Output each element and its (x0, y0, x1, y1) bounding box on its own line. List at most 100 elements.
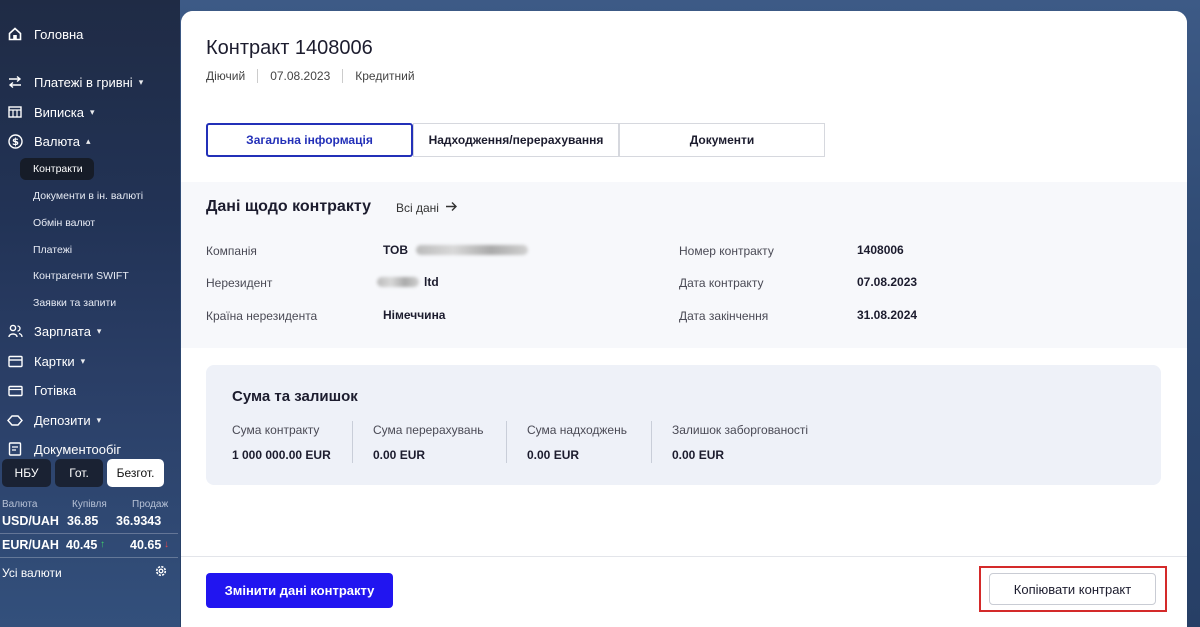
sum-value: 0.00 EUR (527, 448, 580, 462)
sidebar-item-label: Готівка (34, 382, 77, 398)
tab-general-info[interactable]: Загальна інформація (206, 123, 413, 157)
rate-type-tabs: НБУ Гот. Безгот. (2, 459, 164, 487)
sidebar-item-deposits[interactable]: Депозити ▾ (0, 409, 101, 431)
sum-contract: Сума контракту 1 000 000.00 EUR (232, 423, 331, 462)
copy-contract-button[interactable]: Копіювати контракт (989, 573, 1156, 605)
contract-number-value: 1408006 (857, 243, 904, 257)
action-footer: Змінити дані контракту Копіювати контрак… (181, 556, 1187, 627)
contract-header: Контракт 1408006 Діючий 07.08.2023 Креди… (181, 11, 1187, 348)
sidebar-item-label: Валюта (34, 133, 80, 149)
sum-title: Сума та залишок (232, 388, 358, 405)
divider (651, 421, 652, 463)
rate-divider (0, 533, 178, 534)
sum-value: 1 000 000.00 EUR (232, 448, 331, 462)
svg-text:$: $ (12, 137, 19, 148)
card-icon (7, 353, 23, 369)
divider (506, 421, 507, 463)
contract-status: Діючий (206, 69, 246, 83)
sidebar-item-label: Документообіг (34, 441, 122, 457)
rate-tab-noncash[interactable]: Безгот. (107, 459, 164, 487)
rate-buy: 36.85 (67, 514, 99, 528)
all-data-label: Всі дані (396, 201, 439, 215)
contract-type: Кредитний (355, 69, 415, 83)
transfer-icon (7, 74, 23, 90)
nonresident-value-text: ltd (424, 275, 439, 289)
sidebar-subitem-swift[interactable]: Контрагенти SWIFT (20, 265, 129, 287)
rates-header-sell: Продаж (132, 499, 169, 510)
redacted-text (416, 245, 529, 255)
sidebar-item-label: Виписка (34, 104, 84, 120)
nonresident-label: Нерезидент (206, 276, 273, 290)
contract-date: 07.08.2023 (270, 69, 331, 83)
sidebar-item-label: Депозити (34, 412, 91, 428)
sidebar-item-label: Зарплата (34, 323, 91, 339)
contract-date-value: 07.08.2023 (857, 275, 918, 289)
sidebar-item-docflow[interactable]: Документообіг (0, 438, 121, 460)
page-title: Контракт 1408006 (206, 37, 373, 59)
sidebar-item-statement[interactable]: Виписка ▾ (0, 101, 94, 123)
all-data-link[interactable]: Всі дані (396, 201, 458, 215)
sidebar: Головна Платежі в гривні ▾ Виписка ▾ $ В… (0, 0, 180, 627)
sidebar-item-label: Головна (34, 26, 84, 42)
statement-icon (7, 104, 23, 120)
chevron-down-icon: ▾ (96, 414, 102, 425)
sidebar-item-cards[interactable]: Картки ▾ (0, 350, 85, 372)
rate-sell: 36.9343 (116, 514, 162, 528)
chevron-down-icon: ▾ (80, 355, 86, 366)
rate-divider (0, 557, 178, 558)
end-date-value: 31.08.2024 (857, 308, 918, 322)
sidebar-item-home[interactable]: Головна (0, 23, 83, 45)
end-date-label: Дата закінчення (679, 309, 769, 323)
chevron-down-icon: ▾ (138, 76, 144, 87)
sum-value: 0.00 EUR (373, 448, 426, 462)
sum-label: Сума контракту (232, 423, 320, 437)
sidebar-subitem-requests[interactable]: Заявки та запити (20, 292, 116, 314)
contract-date-label: Дата контракту (679, 276, 764, 290)
details-title: Дані щодо контракту (206, 198, 371, 215)
sidebar-subitem-exchange[interactable]: Обмін валют (20, 212, 95, 234)
contract-tabs: Загальна інформація Надходження/перераху… (206, 123, 825, 157)
edit-contract-button[interactable]: Змінити дані контракту (206, 573, 393, 608)
sum-balance-card: Сума та залишок Сума контракту 1 000 000… (206, 365, 1161, 485)
sidebar-subitem-payments[interactable]: Платежі (20, 239, 72, 261)
contract-meta: Діючий 07.08.2023 Кредитний (206, 69, 415, 83)
deposit-icon (7, 412, 23, 428)
company-label: Компанія (206, 244, 257, 258)
rate-pair: USD/UAH (2, 514, 59, 528)
sidebar-item-currency[interactable]: $ Валюта ▴ (0, 130, 91, 152)
rate-tab-nbu[interactable]: НБУ (2, 459, 51, 487)
nonresident-value: ltd (377, 275, 439, 289)
sum-label: Сума перерахувань (373, 423, 484, 437)
arrow-right-icon (445, 201, 458, 215)
redacted-text (377, 277, 419, 287)
rates-header-buy: Купівля (72, 499, 107, 510)
currency-icon: $ (7, 133, 23, 149)
tab-documents[interactable]: Документи (619, 123, 825, 157)
all-currencies-link[interactable]: Усі валюти (2, 566, 62, 580)
tab-transactions[interactable]: Надходження/перерахування (413, 123, 619, 157)
sum-label: Сума надходжень (527, 423, 627, 437)
rate-tab-cash[interactable]: Гот. (55, 459, 103, 487)
cash-icon (7, 382, 23, 398)
rate-pair: EUR/UAH (2, 538, 59, 552)
sidebar-item-label: Картки (34, 353, 75, 369)
sidebar-subitem-contracts[interactable]: Контракти (20, 158, 94, 180)
chevron-down-icon: ▾ (89, 106, 95, 117)
sidebar-item-uah-payments[interactable]: Платежі в гривні ▾ (0, 71, 143, 93)
chevron-down-icon: ▾ (96, 325, 102, 336)
arrow-down-icon: ↓ (164, 539, 169, 550)
sidebar-item-cash[interactable]: Готівка (0, 379, 76, 401)
chevron-up-icon: ▴ (86, 135, 91, 146)
document-icon (7, 441, 23, 457)
sidebar-item-salary[interactable]: Зарплата ▾ (0, 320, 101, 342)
arrow-up-icon: ↑ (100, 539, 105, 550)
sum-transfers: Сума перерахувань 0.00 EUR (373, 423, 483, 462)
country-label: Країна нерезидента (206, 309, 318, 323)
sum-value: 0.00 EUR (672, 448, 725, 462)
gear-icon[interactable] (154, 564, 168, 578)
sum-label: Залишок заборгованості (672, 423, 809, 437)
divider (257, 69, 259, 83)
rate-buy: 40.45 (66, 538, 98, 552)
sidebar-subitem-fx-documents[interactable]: Документи в ін. валюті (20, 185, 143, 207)
highlight-frame: Копіювати контракт (979, 566, 1167, 612)
